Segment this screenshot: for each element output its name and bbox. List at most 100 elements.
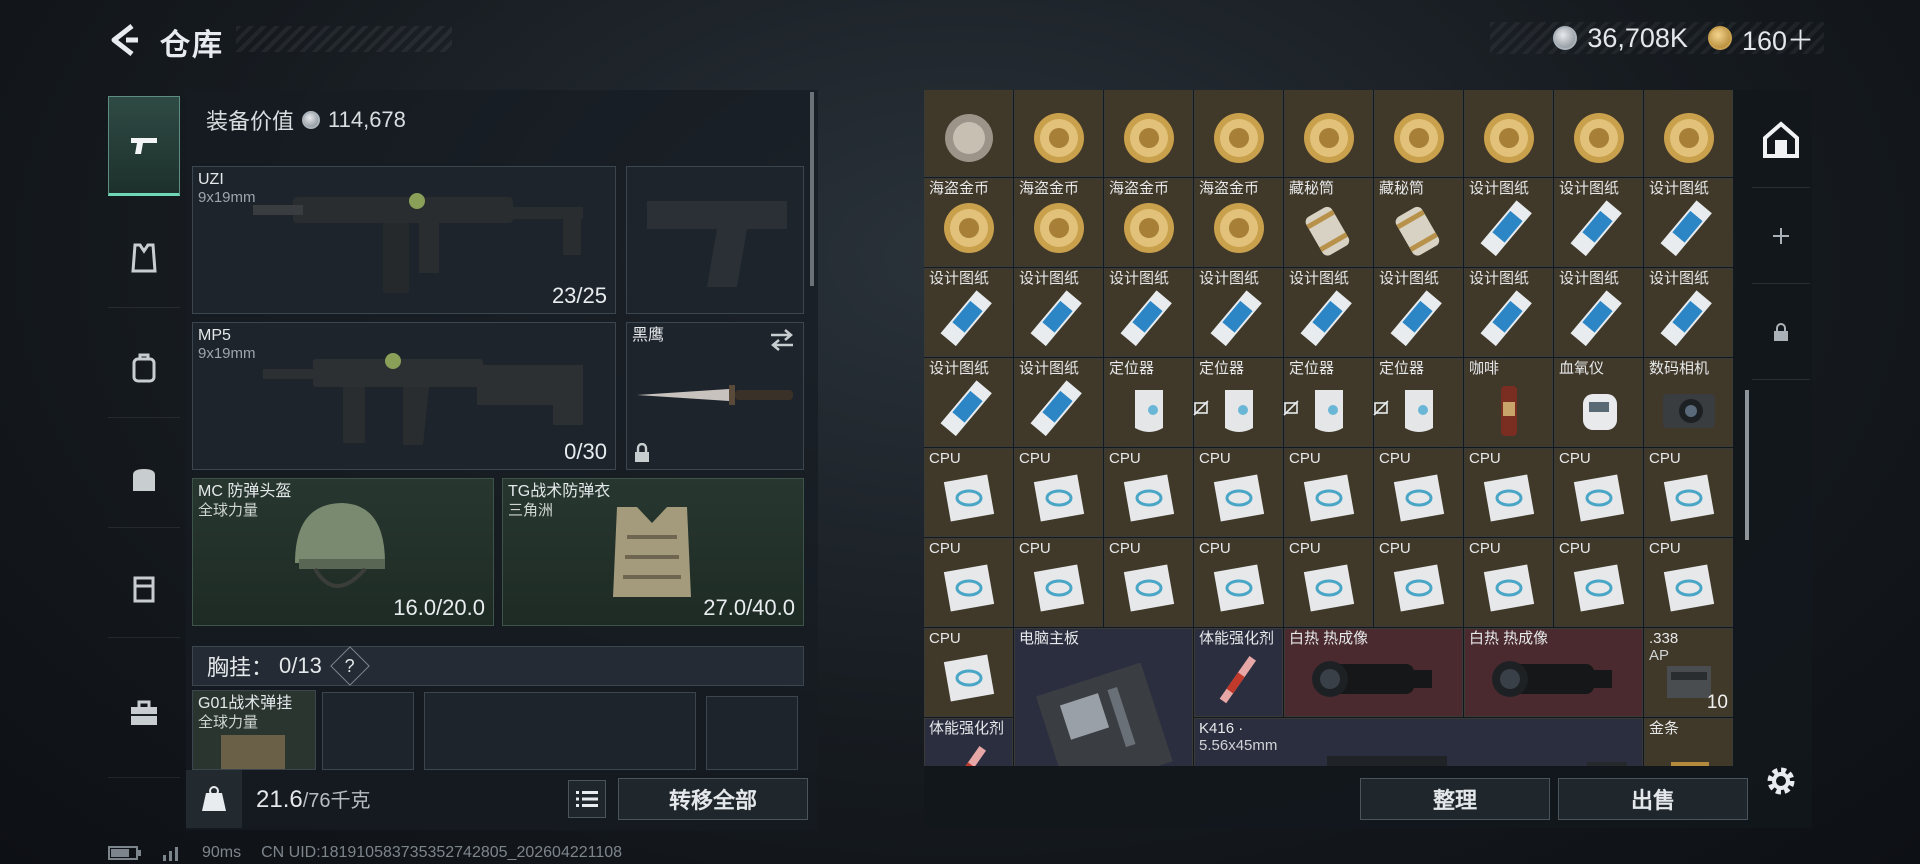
nav-container[interactable] [108,538,180,638]
sidearm-slot[interactable] [626,166,804,314]
storage-item-cell[interactable] [1554,90,1643,177]
thermal-scope-image [1491,660,1612,697]
storage-item-cell[interactable]: 设计图纸 [1464,268,1553,357]
storage-item-cell[interactable]: CPU [1104,538,1193,627]
storage-item-cell[interactable]: 白热 热成像 [1284,628,1463,717]
storage-item-cell[interactable]: K416 · 5.56x45mm [1194,718,1643,766]
rig-pocket-slot[interactable] [706,696,798,770]
weapon-slot-secondary[interactable]: MP5 9x19mm 0/30 [192,322,616,470]
list-view-button[interactable] [568,780,606,818]
back-arrow-icon[interactable] [104,20,144,60]
storage-item-cell[interactable]: CPU [1644,538,1733,627]
gear-icon[interactable] [1762,762,1800,800]
storage-item-cell[interactable]: 设计图纸 [1554,268,1643,357]
storage-item-cell[interactable]: CPU [1104,448,1193,537]
gold-currency-value[interactable]: 160＋ [1742,19,1814,58]
transfer-all-button[interactable]: 转移全部 [618,778,808,820]
sort-button[interactable]: 整理 [1360,778,1550,820]
storage-item-cell[interactable]: CPU [1014,448,1103,537]
help-icon[interactable]: ? [330,646,370,686]
nav-toolbox[interactable] [108,648,180,778]
swap-icon[interactable] [769,329,795,351]
nav-armor[interactable] [108,208,180,308]
storage-item-cell[interactable]: 设计图纸 [1464,178,1553,267]
storage-item-cell[interactable]: 咖啡 [1464,358,1553,447]
storage-item-cell[interactable]: 定位器 [1104,358,1193,447]
storage-item-cell[interactable]: 设计图纸 [1554,178,1643,267]
storage-item-cell[interactable]: 藏秘筒 [1284,178,1373,267]
storage-item-cell[interactable]: 设计图纸 [1284,268,1373,357]
plus-icon [1773,227,1789,244]
storage-item-cell[interactable]: 海盗金币 [1194,178,1283,267]
storage-item-cell[interactable] [924,90,1013,177]
cpu-image [1123,564,1174,612]
storage-item-cell[interactable] [1464,90,1553,177]
storage-item-cell[interactable] [1194,90,1283,177]
storage-item-cell[interactable]: 设计图纸 [1644,178,1733,267]
storage-home-tab[interactable] [1752,92,1810,188]
nav-bag[interactable] [108,428,180,528]
storage-item-cell[interactable]: CPU [1374,448,1463,537]
storage-item-cell[interactable]: 设计图纸 [924,268,1013,357]
storage-item-cell[interactable]: 设计图纸 [1014,358,1103,447]
storage-item-cell[interactable]: 海盗金币 [1014,178,1103,267]
sell-button[interactable]: 出售 [1558,778,1748,820]
nav-backpack[interactable] [108,318,180,418]
storage-item-cell[interactable]: 白热 热成像 [1464,628,1643,717]
nav-weapons[interactable] [108,96,180,196]
storage-item-cell[interactable]: CPU [1374,538,1463,627]
storage-item-cell[interactable]: 电脑主板 [1014,628,1193,766]
storage-scrollbar[interactable] [1745,390,1749,540]
storage-item-cell[interactable] [1104,90,1193,177]
storage-item-cell[interactable]: 定位器 [1373,358,1463,447]
equipment-scrollbar[interactable] [810,92,814,286]
storage-item-cell[interactable]: CPU [924,538,1013,627]
item-name: CPU [1559,450,1591,467]
storage-item-cell[interactable]: CPU [1284,538,1373,627]
item-name: CPU [1469,450,1501,467]
melee-slot[interactable]: 黑鹰 [626,322,804,470]
equipment-value-amount: 114,678 [328,107,406,132]
storage-item-cell[interactable]: 定位器 [1193,358,1283,447]
storage-item-cell[interactable]: 血氧仪 [1554,358,1643,447]
storage-item-cell[interactable]: CPU [1554,538,1643,627]
storage-item-cell[interactable]: 设计图纸 [1014,268,1103,357]
storage-item-cell[interactable]: 设计图纸 [1194,268,1283,357]
storage-item-cell[interactable]: CPU [924,628,1013,717]
helmet-slot[interactable]: MC 防弹头盔 全球力量 16.0/20.0 [192,478,494,626]
storage-item-cell[interactable]: CPU [1464,448,1553,537]
add-storage-button[interactable] [1752,188,1810,284]
rig-pocket-slot[interactable] [424,692,696,770]
storage-item-cell[interactable] [1284,90,1373,177]
storage-item-cell[interactable]: 定位器 [1283,358,1373,447]
storage-item-cell[interactable]: CPU [1194,448,1283,537]
storage-item-cell[interactable]: 海盗金币 [924,178,1013,267]
armor-slot[interactable]: TG战术防弹衣 三角洲 27.0/40.0 [502,478,804,626]
storage-item-cell[interactable]: 体能强化剂 [924,718,1013,766]
storage-item-cell[interactable]: .338 AP 10 [1644,628,1733,717]
storage-item-cell[interactable]: CPU [1014,538,1103,627]
storage-item-cell[interactable]: 体能强化剂 [1194,628,1283,717]
storage-item-cell[interactable]: 设计图纸 [924,358,1013,447]
rig-pocket-slot[interactable] [322,692,414,770]
storage-item-cell[interactable]: CPU [1194,538,1283,627]
storage-item-cell[interactable]: 数码相机 [1644,358,1733,447]
storage-item-cell[interactable]: 设计图纸 [1104,268,1193,357]
storage-item-cell[interactable]: 设计图纸 [1644,268,1733,357]
storage-item-cell[interactable] [1374,90,1463,177]
storage-item-cell[interactable] [1014,90,1103,177]
rig-slot[interactable]: G01战术弹挂 全球力量 [192,690,316,770]
storage-item-cell[interactable]: CPU [1554,448,1643,537]
storage-item-cell[interactable] [1644,90,1733,177]
weapon-slot-primary[interactable]: UZI 9x19mm 23/25 [192,166,616,314]
locked-storage-tab[interactable] [1752,284,1810,380]
storage-item-cell[interactable]: CPU [924,448,1013,537]
storage-item-cell[interactable]: CPU [1284,448,1373,537]
storage-item-cell[interactable]: 藏秘筒 [1374,178,1463,267]
storage-item-cell[interactable]: 海盗金币 [1104,178,1193,267]
storage-item-cell[interactable]: CPU [1644,448,1733,537]
storage-item-cell[interactable]: 金条 [1644,718,1733,766]
storage-item-cell[interactable]: 设计图纸 [1374,268,1463,357]
item-name: 设计图纸 [1649,180,1710,197]
storage-item-cell[interactable]: CPU [1464,538,1553,627]
